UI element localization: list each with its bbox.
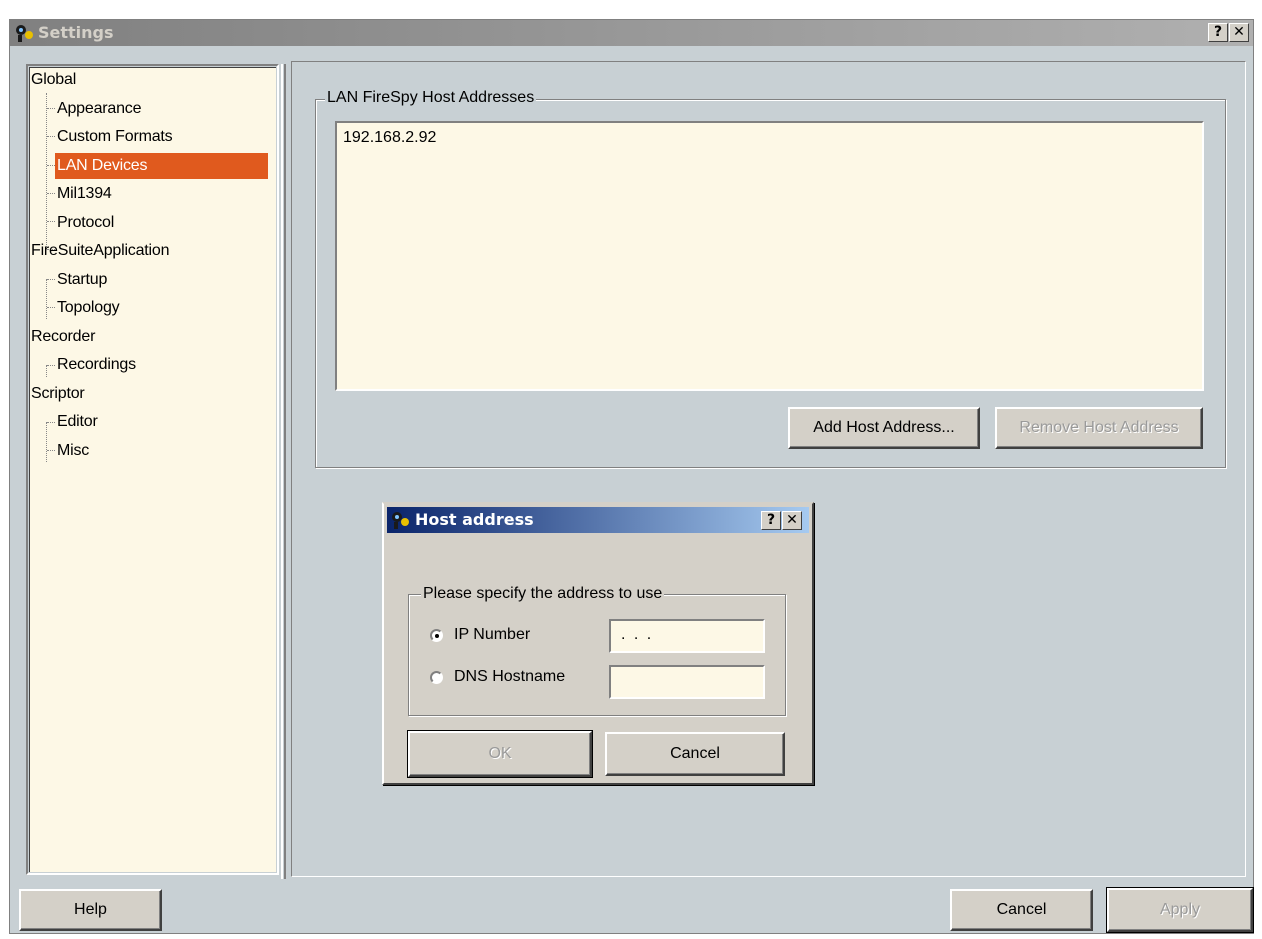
dialog-help-button[interactable]: ? <box>761 511 781 530</box>
help-button[interactable]: Help <box>19 889 162 931</box>
tree-item-firesuiteapplication[interactable]: FireSuiteApplication <box>31 238 170 264</box>
ip-number-label[interactable]: IP Number <box>454 626 530 644</box>
tree-item-global[interactable]: Global <box>31 67 76 93</box>
tree-item-custom-formats[interactable]: Custom Formats <box>57 124 173 150</box>
tree-connector <box>46 93 47 247</box>
tree-item-startup[interactable]: Startup <box>57 267 107 293</box>
tree-item-appearance[interactable]: Appearance <box>57 96 141 122</box>
settings-window: Settings ? ✕ Global Appearance Custom Fo… <box>9 19 1254 934</box>
lan-hosts-group-label: LAN FireSpy Host Addresses <box>325 89 537 107</box>
help-title-button[interactable]: ? <box>1208 23 1228 42</box>
dns-hostname-radio[interactable] <box>430 671 443 684</box>
host-address-list[interactable]: 192.168.2.92 <box>335 121 1204 391</box>
ip-number-radio[interactable] <box>430 629 443 642</box>
tree-item-misc[interactable]: Misc <box>57 438 89 464</box>
list-item[interactable]: 192.168.2.92 <box>343 129 436 147</box>
host-address-dialog: Host address ? ✕ Please specify the addr… <box>382 502 814 785</box>
pane-splitter[interactable] <box>279 64 288 879</box>
cancel-button[interactable]: Cancel <box>950 889 1093 931</box>
magnifier-app-icon <box>391 511 409 529</box>
tree-item-recorder[interactable]: Recorder <box>31 324 95 350</box>
tree-item-editor[interactable]: Editor <box>57 409 98 435</box>
tree-connector <box>46 422 47 462</box>
settings-tree[interactable]: Global Appearance Custom Formats LAN Dev… <box>29 67 276 872</box>
dns-hostname-field[interactable] <box>609 665 765 699</box>
dialog-close-icon[interactable]: ✕ <box>782 511 802 530</box>
window-title: Settings <box>38 23 114 42</box>
tree-connector <box>46 279 47 319</box>
apply-button[interactable]: Apply <box>1106 887 1254 933</box>
dialog-cancel-button[interactable]: Cancel <box>605 732 785 776</box>
ok-button[interactable]: OK <box>407 730 593 778</box>
dns-hostname-label[interactable]: DNS Hostname <box>454 668 565 686</box>
dialog-title: Host address <box>415 510 534 529</box>
tree-item-mil1394[interactable]: Mil1394 <box>57 181 112 207</box>
tree-item-lan-devices[interactable]: LAN Devices <box>55 153 274 179</box>
ip-number-field[interactable]: . . . <box>609 619 765 653</box>
add-host-address-button[interactable]: Add Host Address... <box>788 407 980 449</box>
tree-item-protocol[interactable]: Protocol <box>57 210 114 236</box>
tree-item-recordings[interactable]: Recordings <box>57 352 136 378</box>
dialog-title-bar: Host address ? ✕ <box>387 507 809 533</box>
title-bar: Settings ? ✕ <box>10 20 1253 46</box>
tree-connector <box>46 365 47 377</box>
remove-host-address-button[interactable]: Remove Host Address <box>995 407 1203 449</box>
tree-item-topology[interactable]: Topology <box>57 295 120 321</box>
close-icon[interactable]: ✕ <box>1229 23 1249 42</box>
magnifier-app-icon <box>15 24 33 42</box>
tree-item-scriptor[interactable]: Scriptor <box>31 381 85 407</box>
address-group-label: Please specify the address to use <box>421 585 665 603</box>
